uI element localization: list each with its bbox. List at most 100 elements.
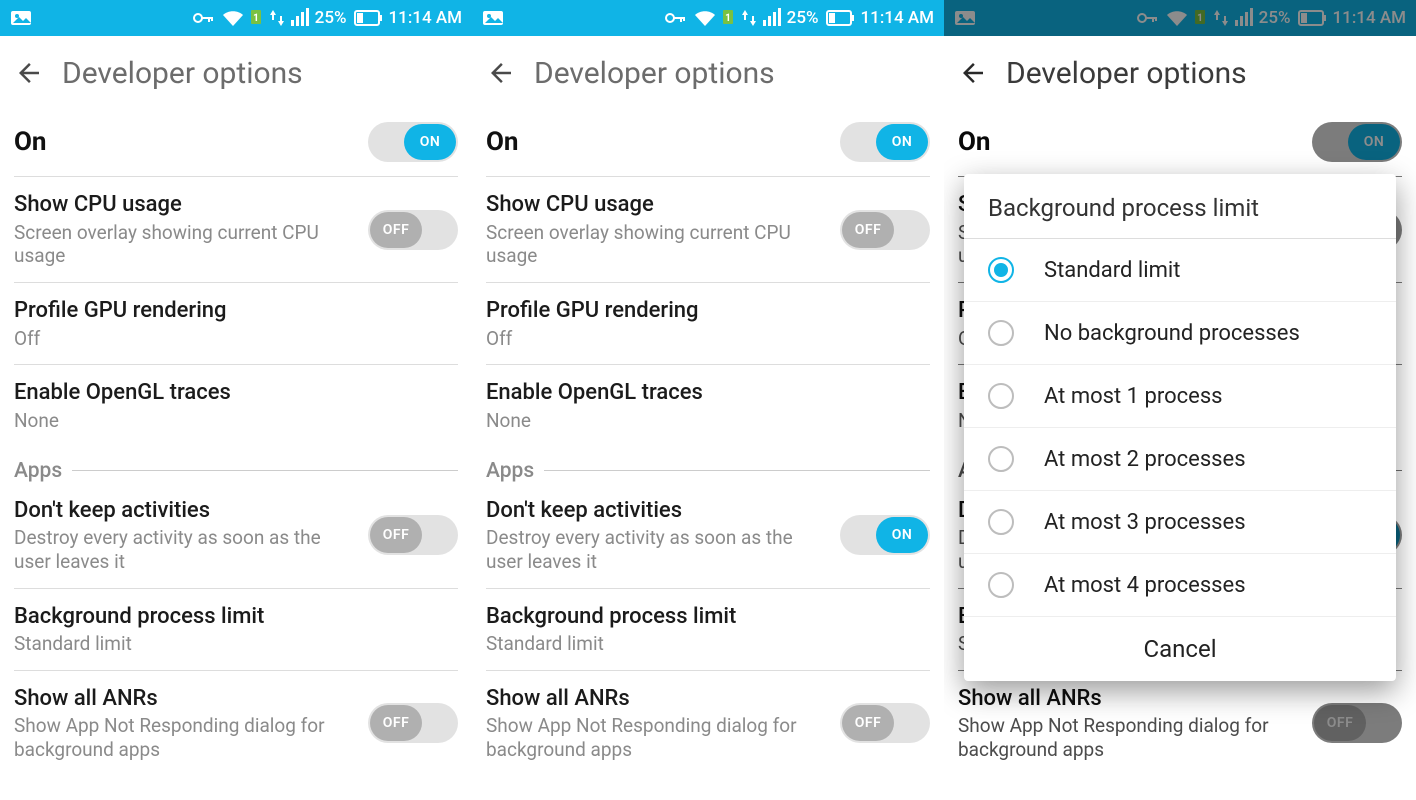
show-cpu-usage[interactable]: Show CPU usageScreen overlay showing cur… — [14, 179, 458, 280]
dont-keep-activities-subtitle: Destroy every activity as soon as the us… — [14, 526, 360, 574]
vpn-key-icon — [665, 8, 687, 28]
show-cpu-usage-toggle[interactable]: OFF — [368, 210, 458, 250]
show-cpu-usage-title: Show CPU usage — [14, 191, 360, 219]
svg-text:1: 1 — [725, 13, 731, 24]
dialog-option-label: At most 4 processes — [1044, 573, 1246, 598]
dont-keep-activities-title: Don't keep activities — [486, 497, 832, 525]
master-toggle[interactable]: ON — [840, 122, 930, 162]
show-cpu-usage-title: Show CPU usage — [486, 191, 832, 219]
svg-text:1: 1 — [253, 13, 259, 24]
dialog-option[interactable]: No background processes — [964, 302, 1396, 365]
dialog-option[interactable]: At most 1 process — [964, 365, 1396, 428]
section-header-apps-label: Apps — [486, 459, 534, 483]
radio-icon — [988, 446, 1014, 472]
enable-opengl-traces-title: Enable OpenGL traces — [486, 379, 922, 407]
back-arrow-icon[interactable] — [14, 58, 44, 88]
show-all-anrs-toggle-label: OFF — [370, 705, 422, 741]
profile-gpu-rendering-subtitle: Off — [486, 327, 922, 351]
enable-opengl-traces[interactable]: Enable OpenGL tracesNone — [14, 367, 458, 444]
show-all-anrs[interactable]: Show all ANRsShow App Not Responding dia… — [486, 673, 930, 774]
profile-gpu-rendering[interactable]: Profile GPU renderingOff — [486, 285, 930, 362]
bg-process-limit-dialog: Background process limit Standard limit No… — [964, 174, 1396, 681]
show-all-anrs-toggle[interactable]: OFF — [840, 703, 930, 743]
status-bar: 125%11:14 AM — [472, 0, 944, 36]
dialog-title: Background process limit — [964, 174, 1396, 238]
master-toggle-label: ON — [404, 124, 456, 160]
status-bar: 125%11:14 AM — [0, 0, 472, 36]
dont-keep-activities-title: Don't keep activities — [14, 497, 360, 525]
background-process-limit-subtitle: Standard limit — [14, 632, 450, 656]
page-title: Developer options — [62, 56, 303, 91]
profile-gpu-rendering-subtitle: Off — [14, 327, 450, 351]
sim-icon: 1 — [251, 8, 263, 28]
vpn-key-icon — [193, 8, 215, 28]
data-arrows-icon — [741, 8, 757, 28]
dont-keep-activities[interactable]: Don't keep activitiesDestroy every activ… — [14, 485, 458, 586]
dialog-option[interactable]: Standard limit — [964, 239, 1396, 302]
master-toggle-row[interactable]: OnON — [14, 110, 458, 174]
enable-opengl-traces-title: Enable OpenGL traces — [14, 379, 450, 407]
battery-icon — [353, 8, 383, 28]
show-cpu-usage-toggle-label: OFF — [842, 212, 894, 248]
dialog-option-label: At most 2 processes — [1044, 447, 1246, 472]
settings-list: On ON Show CPU usageScreen overlay showing… — [472, 110, 944, 784]
dont-keep-activities-toggle-label: ON — [876, 517, 928, 553]
settings-list: OnONShow CPU usageScreen overlay showing… — [0, 110, 472, 784]
background-process-limit[interactable]: Background process limitStandard limit — [486, 591, 930, 668]
master-toggle-label: ON — [876, 124, 928, 160]
wifi-icon — [693, 8, 717, 28]
section-header-apps-label: Apps — [14, 459, 62, 483]
battery-percent: 25% — [787, 8, 819, 28]
enable-opengl-traces-subtitle: None — [486, 409, 922, 433]
divider — [14, 670, 458, 671]
section-header-apps: Apps — [14, 459, 458, 483]
dont-keep-activities[interactable]: Don't keep activitiesDestroy every activ… — [486, 485, 930, 586]
profile-gpu-rendering-title: Profile GPU rendering — [486, 297, 922, 325]
divider — [486, 282, 930, 283]
radio-icon — [988, 509, 1014, 535]
dont-keep-activities-toggle[interactable]: ON — [840, 515, 930, 555]
divider — [486, 670, 930, 671]
section-header-apps: Apps — [486, 459, 930, 483]
dialog-option-label: At most 1 process — [1044, 384, 1223, 409]
radio-icon — [988, 320, 1014, 346]
show-all-anrs[interactable]: Show all ANRsShow App Not Responding dia… — [14, 673, 458, 774]
battery-icon — [825, 8, 855, 28]
master-toggle-row[interactable]: On ON — [486, 110, 930, 174]
divider — [14, 282, 458, 283]
picture-icon — [482, 8, 504, 28]
show-all-anrs-subtitle: Show App Not Responding dialog for backg… — [486, 714, 832, 762]
background-process-limit-title: Background process limit — [486, 603, 922, 631]
dialog-cancel-button[interactable]: Cancel — [964, 617, 1396, 681]
app-bar: Developer options — [0, 36, 472, 110]
radio-icon — [988, 257, 1014, 283]
master-toggle-title: On — [486, 126, 832, 159]
dont-keep-activities-subtitle: Destroy every activity as soon as the us… — [486, 526, 832, 574]
master-toggle[interactable]: ON — [368, 122, 458, 162]
cell-signal-icon — [763, 8, 781, 28]
back-arrow-icon[interactable] — [486, 58, 516, 88]
show-cpu-usage-toggle[interactable]: OFF — [840, 210, 930, 250]
phone-screen: 125%11:14 AMDeveloper optionsOnONShow CP… — [0, 0, 472, 800]
sim-icon: 1 — [723, 8, 735, 28]
show-cpu-usage-toggle-label: OFF — [370, 212, 422, 248]
page-title: Developer options — [534, 56, 775, 91]
background-process-limit[interactable]: Background process limitStandard limit — [14, 591, 458, 668]
phone-screen: 125%11:14 AMDeveloper optionsOnONShow CP… — [944, 0, 1416, 800]
profile-gpu-rendering[interactable]: Profile GPU renderingOff — [14, 285, 458, 362]
section-header-line — [72, 470, 458, 471]
dialog-option[interactable]: At most 4 processes — [964, 554, 1396, 617]
show-cpu-usage-subtitle: Screen overlay showing current CPU usage — [486, 221, 832, 269]
background-process-limit-subtitle: Standard limit — [486, 632, 922, 656]
show-all-anrs-toggle[interactable]: OFF — [368, 703, 458, 743]
dialog-option[interactable]: At most 2 processes — [964, 428, 1396, 491]
show-cpu-usage[interactable]: Show CPU usageScreen overlay showing cur… — [486, 179, 930, 280]
dialog-option[interactable]: At most 3 processes — [964, 491, 1396, 554]
dialog-scrim[interactable]: Background process limit Standard limit No… — [944, 0, 1416, 800]
dialog-option-label: Standard limit — [1044, 258, 1180, 283]
background-process-limit-title: Background process limit — [14, 603, 450, 631]
dont-keep-activities-toggle-label: OFF — [370, 517, 422, 553]
enable-opengl-traces[interactable]: Enable OpenGL tracesNone — [486, 367, 930, 444]
dialog-option-label: No background processes — [1044, 321, 1300, 346]
dont-keep-activities-toggle[interactable]: OFF — [368, 515, 458, 555]
